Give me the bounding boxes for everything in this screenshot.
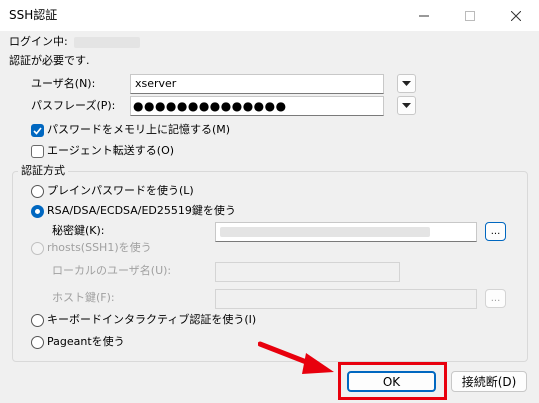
private-key-input[interactable]	[215, 222, 477, 242]
rhosts-radio[interactable]	[31, 242, 44, 255]
keyboard-interactive-label[interactable]: キーボードインタラクティブ認証を使う(I)	[47, 313, 256, 327]
passphrase-label: パスフレーズ(P):	[31, 99, 116, 112]
close-icon	[511, 10, 521, 21]
rsa-key-label[interactable]: RSA/DSA/ECDSA/ED25519鍵を使う	[47, 204, 236, 218]
passphrase-input[interactable]: ●●●●●●●●●●●●●●	[130, 96, 384, 116]
host-key-input[interactable]	[215, 289, 477, 309]
keyboard-interactive-radio[interactable]	[31, 314, 44, 327]
passphrase-dropdown-button[interactable]	[397, 96, 416, 115]
chevron-down-icon	[402, 81, 411, 86]
private-key-path-redacted	[220, 227, 430, 237]
host-key-browse-button[interactable]: ...	[485, 289, 506, 308]
red-arrow-icon	[258, 341, 334, 374]
local-user-input[interactable]	[215, 262, 400, 282]
pageant-label[interactable]: Pageantを使う	[47, 335, 125, 349]
local-user-label: ローカルのユーザ名(U):	[52, 264, 172, 277]
auth-method-group-label: 認証方式	[18, 164, 68, 178]
checkmark-icon	[33, 126, 42, 135]
remember-password-label[interactable]: パスワードをメモリ上に記憶する(M)	[47, 123, 230, 137]
maximize-icon	[465, 10, 475, 21]
ok-button[interactable]: OK	[347, 371, 436, 392]
chevron-down-icon	[402, 103, 411, 108]
login-label: ログイン中:	[9, 35, 68, 48]
disconnect-button[interactable]: 接続断(D)	[451, 371, 527, 392]
passphrase-value: ●●●●●●●●●●●●●●	[133, 99, 287, 113]
username-dropdown-button[interactable]	[397, 74, 416, 93]
username-value: xserver	[135, 77, 177, 90]
host-key-label: ホスト鍵(F):	[52, 291, 115, 304]
agent-forwarding-label[interactable]: エージェント転送する(O)	[47, 144, 174, 158]
plain-password-label[interactable]: プレインパスワードを使う(L)	[47, 184, 194, 198]
private-key-label: 秘密鍵(K):	[52, 224, 105, 237]
minimize-button[interactable]	[401, 0, 447, 31]
rhosts-label: rhosts(SSH1)を使う	[47, 241, 152, 254]
login-user-redacted	[74, 37, 140, 48]
rsa-key-radio[interactable]	[31, 205, 44, 218]
pageant-radio[interactable]	[31, 336, 44, 349]
agent-forwarding-checkbox[interactable]	[31, 145, 44, 158]
username-input[interactable]: xserver	[130, 74, 384, 94]
window-title: SSH認証	[9, 8, 58, 22]
minimize-icon	[419, 15, 429, 16]
private-key-browse-button[interactable]: ...	[485, 222, 506, 241]
auth-required-text: 認証が必要です.	[9, 54, 90, 67]
username-label: ユーザ名(N):	[31, 77, 96, 90]
close-button[interactable]	[493, 0, 539, 31]
maximize-button[interactable]	[447, 0, 493, 31]
plain-password-radio[interactable]	[31, 185, 44, 198]
remember-password-checkbox[interactable]	[31, 124, 44, 137]
